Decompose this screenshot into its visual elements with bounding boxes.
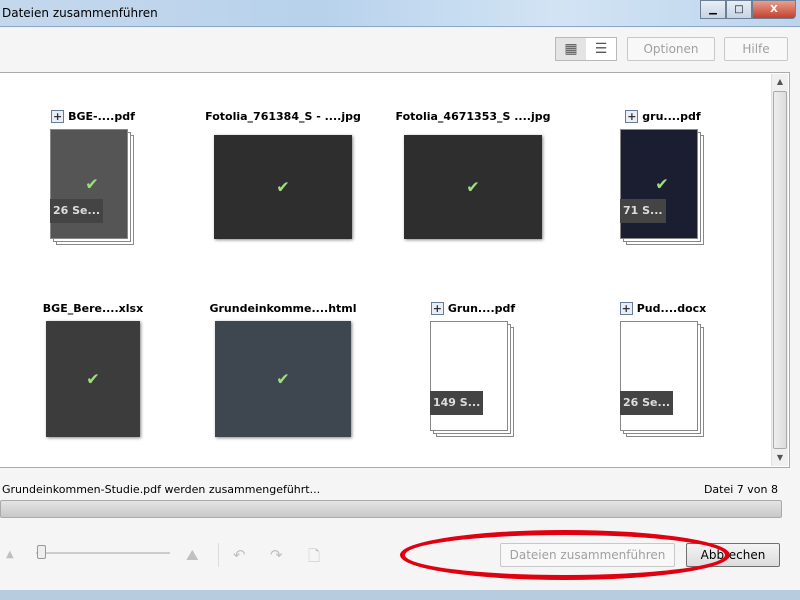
rotate-left-icon[interactable]: ↶ (233, 546, 246, 564)
minimize-button[interactable]: ▁ (700, 0, 726, 19)
small-image-icon[interactable]: ▲ (6, 549, 14, 560)
title-bar: Dateien zusammenführen ▁ □ X (0, 0, 800, 27)
expand-icon[interactable]: + (619, 301, 633, 315)
file-item[interactable]: Fotolia_761384_S - ....jpg ✔ (193, 107, 373, 239)
close-button[interactable]: X (752, 0, 796, 19)
divider (218, 543, 219, 567)
rotate-right-icon[interactable]: ↷ (270, 546, 283, 564)
cancel-button[interactable]: Abbrechen (686, 543, 780, 567)
scrollbar-thumb[interactable] (773, 91, 787, 449)
check-icon: ✔ (655, 174, 669, 194)
help-button[interactable]: Hilfe (724, 37, 788, 61)
check-icon: ✔ (466, 177, 480, 197)
remove-file-icon[interactable]: 🗋 (308, 546, 320, 571)
check-icon: ✔ (276, 369, 290, 389)
file-name: Fotolia_761384_S - ....jpg (205, 109, 361, 123)
large-image-icon[interactable]: ⛰ (186, 546, 199, 564)
zoom-slider-track[interactable] (36, 552, 170, 554)
page-count: 71 S... (620, 199, 666, 223)
file-name: Grundeinkomme....html (209, 301, 357, 315)
expand-icon[interactable]: + (625, 109, 639, 123)
scroll-up-icon[interactable]: ▲ (772, 74, 788, 90)
file-item[interactable]: BGE_Bere....xlsx ✔ (3, 299, 183, 437)
merge-files-button[interactable]: Dateien zusammenführen (500, 543, 675, 567)
expand-icon[interactable]: + (51, 109, 65, 123)
file-name: Grun....pdf (447, 301, 516, 315)
scrollbar[interactable]: ▲ ▼ (771, 74, 788, 466)
scroll-down-icon[interactable]: ▼ (772, 450, 788, 466)
progress-bar (0, 500, 782, 518)
file-name: BGE_Bere....xlsx (42, 301, 144, 315)
file-item[interactable]: + BGE-....pdf ✔ 26 Se... (3, 107, 183, 247)
file-grid: + BGE-....pdf ✔ 26 Se... Fotolia_761384_S - … (0, 72, 790, 468)
file-item[interactable]: + Grun....pdf 149 S... (383, 299, 563, 439)
file-item[interactable]: + gru....pdf ✔ 71 S... (573, 107, 753, 247)
check-icon: ✔ (86, 369, 100, 389)
maximize-button[interactable]: □ (726, 0, 752, 19)
grid-view-icon[interactable]: ▦ (556, 38, 586, 60)
file-item[interactable]: Fotolia_4671353_S ....jpg ✔ (383, 107, 563, 239)
expand-icon[interactable]: + (430, 301, 444, 315)
options-button[interactable]: Optionen (627, 37, 715, 61)
file-count: Datei 7 von 8 (703, 483, 778, 496)
page-count: 26 Se... (50, 199, 104, 223)
check-icon: ✔ (85, 174, 99, 194)
page-count: 149 S... (430, 391, 484, 415)
file-name: Fotolia_4671353_S ....jpg (395, 109, 551, 123)
file-name: BGE-....pdf (68, 109, 135, 123)
file-name: gru....pdf (642, 109, 701, 123)
file-item[interactable]: Grundeinkomme....html ✔ (193, 299, 373, 437)
zoom-slider-handle[interactable] (37, 545, 46, 559)
file-name: Pud....docx (636, 301, 707, 315)
check-icon: ✔ (276, 177, 290, 197)
window-frame (0, 590, 800, 600)
list-view-icon[interactable]: ☰ (586, 38, 616, 60)
page-count: 26 Se... (620, 391, 674, 415)
window-title: Dateien zusammenführen (2, 6, 158, 20)
file-item[interactable]: + Pud....docx 26 Se... (573, 299, 753, 439)
view-toggle: ▦ ☰ (555, 37, 617, 61)
status-message: Grundeinkommen-Studie.pdf werden zusamme… (2, 483, 321, 496)
